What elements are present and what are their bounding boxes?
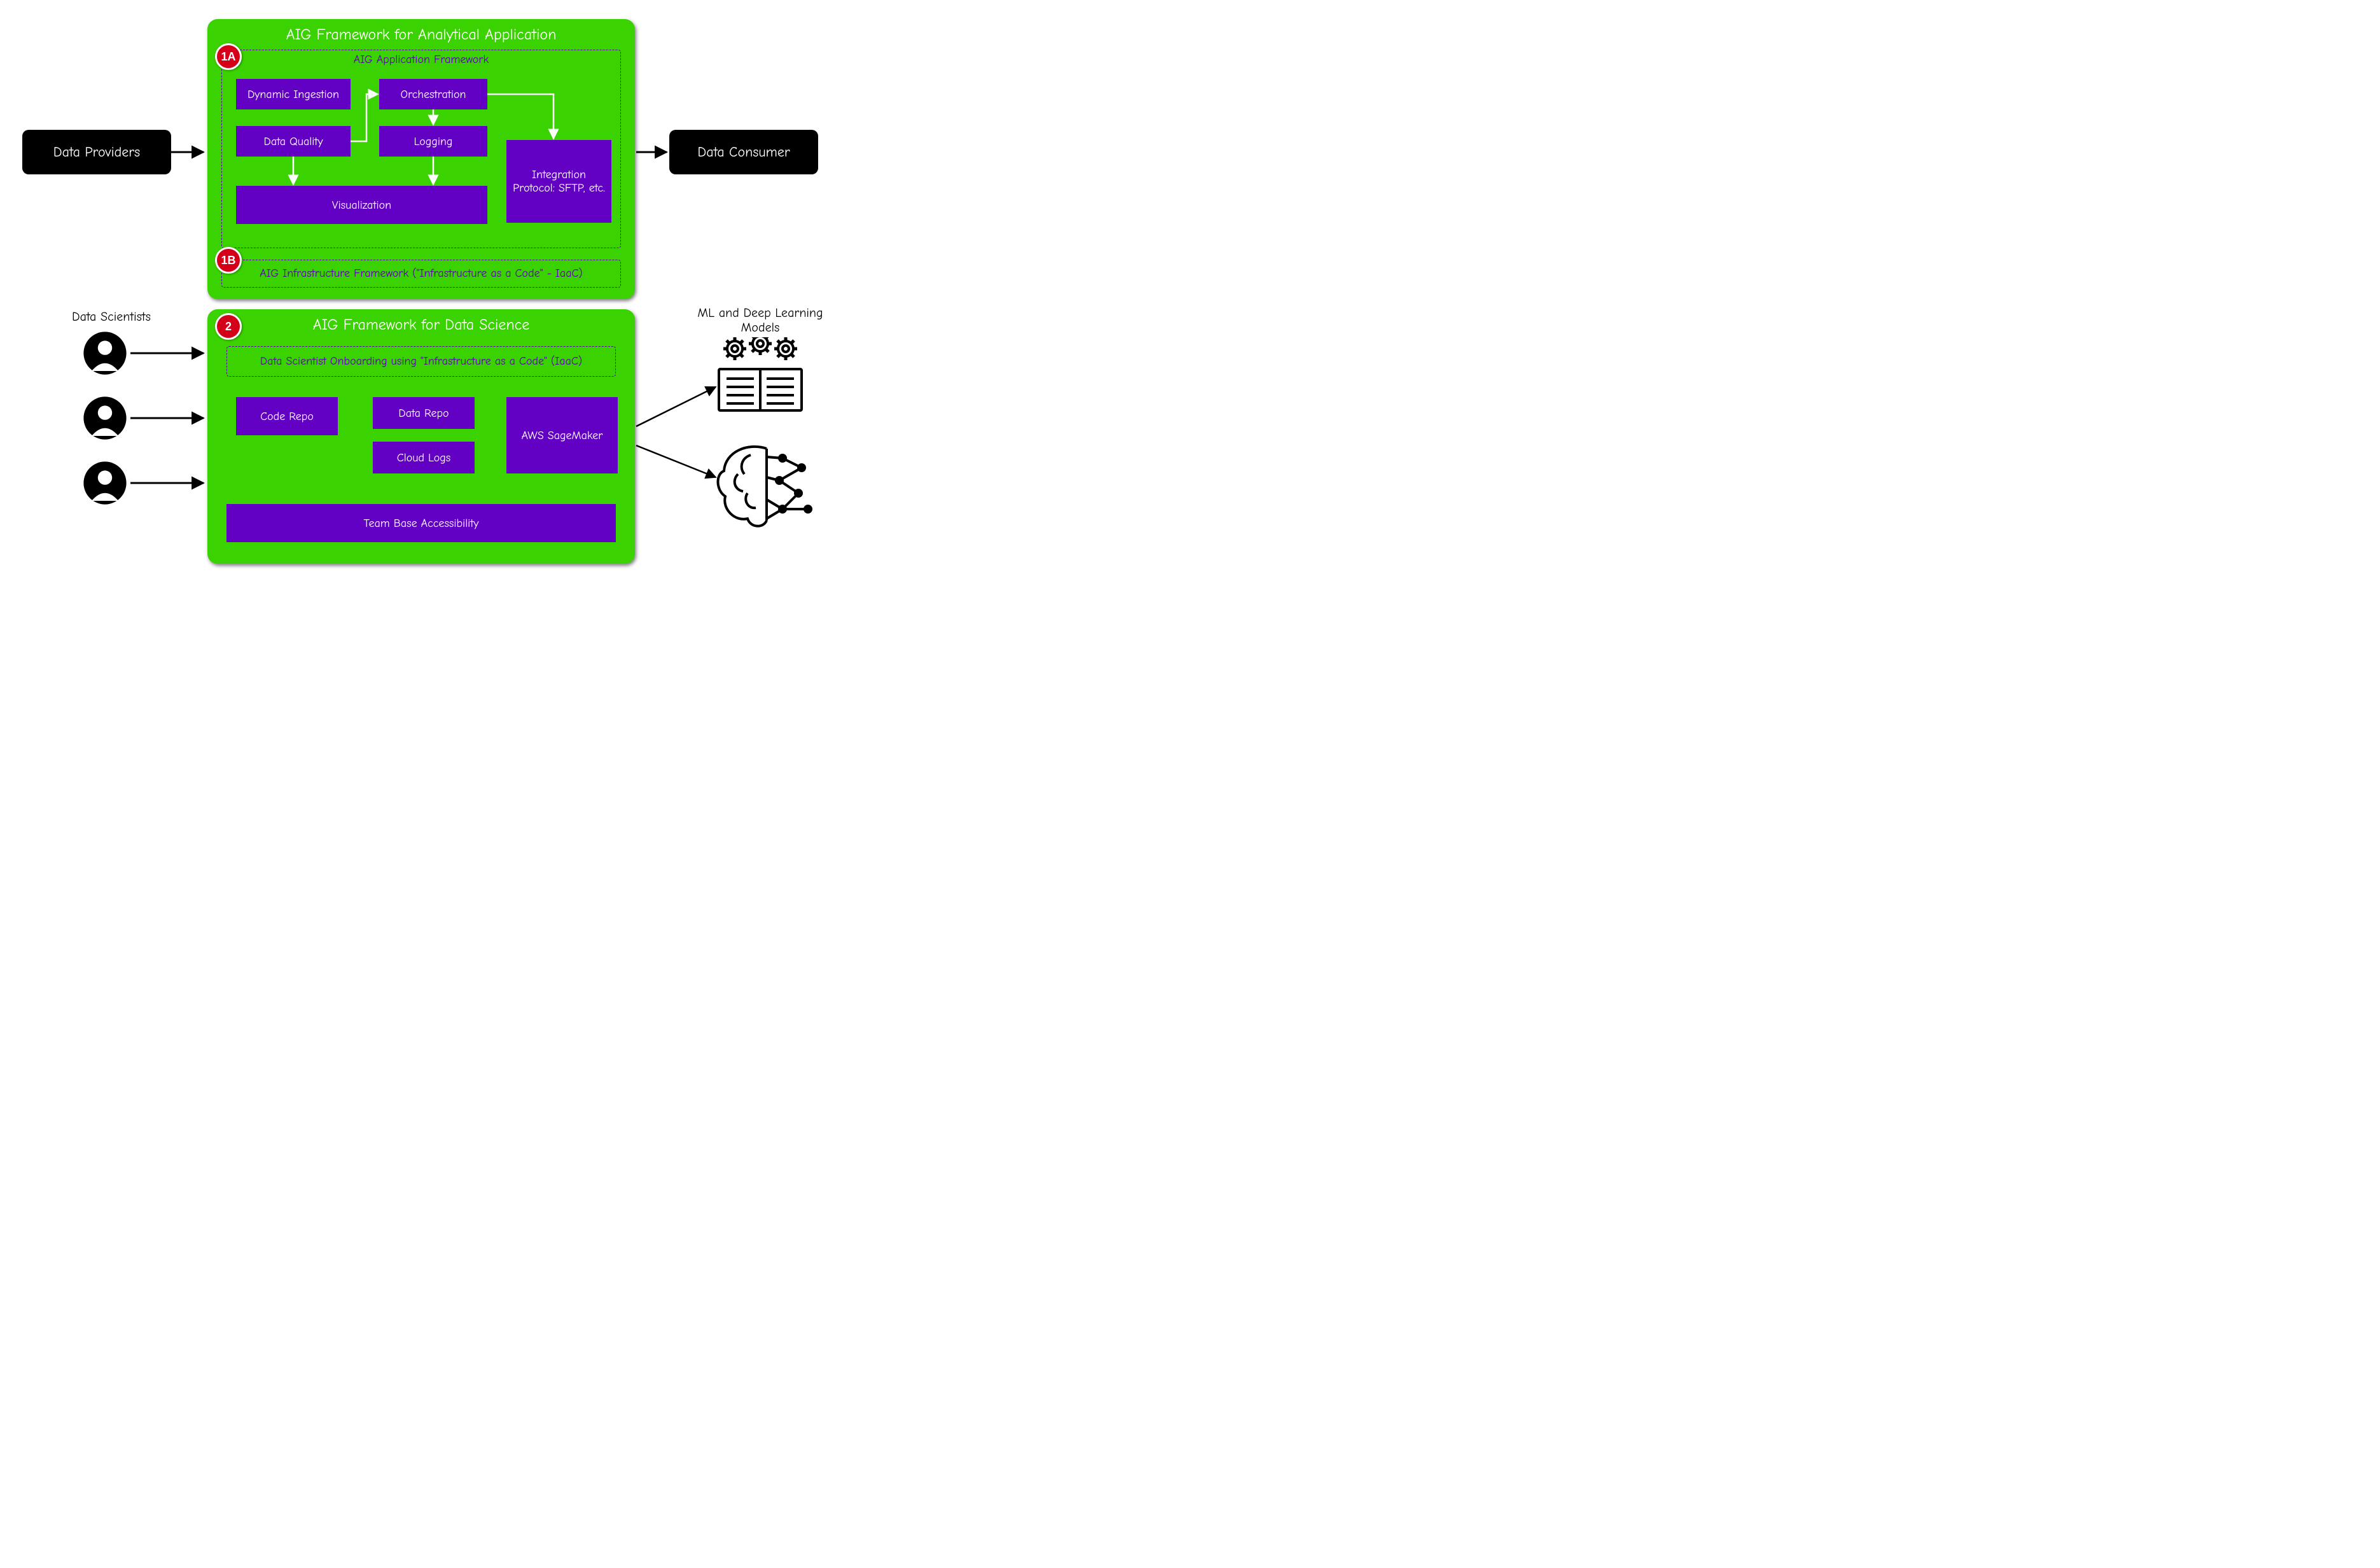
box-orchestration: Orchestration (379, 79, 487, 109)
frame-aig-infrastructure: AIG Infrastructure Framework ("Infrastru… (221, 260, 621, 288)
box-orchestration-label: Orchestration (401, 88, 466, 101)
badge-1a-text: 1A (221, 50, 235, 64)
data-providers-label: Data Providers (53, 144, 140, 160)
panel-analytical-application: AIG Framework for Analytical Application… (207, 19, 635, 299)
badge-1b-text: 1B (221, 254, 235, 267)
badge-2-text: 2 (225, 320, 232, 333)
data-consumer-box: Data Consumer (669, 130, 818, 174)
box-visualization-label: Visualization (332, 199, 391, 212)
arrow-sagemaker-to-brain (636, 445, 716, 477)
box-code-repo: Code Repo (236, 397, 338, 435)
frame-app-title: AIG Application Framework (222, 53, 620, 66)
frame-ds-onboarding: Data Scientist Onboarding using "Infrast… (226, 346, 616, 377)
box-logging-label: Logging (414, 135, 453, 148)
box-cloud-logs-label: Cloud Logs (397, 451, 451, 465)
box-visualization: Visualization (236, 186, 487, 224)
badge-1a: 1A (215, 43, 242, 70)
user-icon (83, 461, 127, 505)
box-data-quality-label: Data Quality (264, 135, 323, 148)
box-integration-protocol-label: Integration Protocol: SFTP, etc. (510, 168, 608, 195)
box-dynamic-ingestion-label: Dynamic Ingestion (247, 88, 339, 101)
box-data-repo-label: Data Repo (398, 407, 449, 420)
data-scientists-label: Data Scientists (54, 309, 169, 324)
ml-gears-book-icon (706, 337, 814, 423)
box-team-base-label: Team Base Accessibility (364, 517, 479, 530)
box-aws-sagemaker: AWS SageMaker (506, 397, 618, 473)
frame-onboarding-title: Data Scientist Onboarding using "Infrast… (227, 354, 615, 368)
panel1-title: AIG Framework for Analytical Application (207, 19, 635, 47)
box-cloud-logs: Cloud Logs (373, 442, 475, 473)
badge-1b: 1B (215, 247, 242, 274)
box-dynamic-ingestion: Dynamic Ingestion (236, 79, 351, 109)
frame-infra-title: AIG Infrastructure Framework ("Infrastru… (222, 267, 620, 280)
box-aws-sagemaker-label: AWS SageMaker (522, 429, 603, 442)
box-integration-protocol: Integration Protocol: SFTP, etc. (506, 140, 611, 223)
user-icon (83, 396, 127, 440)
panel-data-science: AIG Framework for Data Science 2 Data Sc… (207, 309, 635, 564)
box-data-repo: Data Repo (373, 397, 475, 429)
badge-2: 2 (215, 313, 242, 340)
box-logging: Logging (379, 126, 487, 157)
brain-network-icon (713, 439, 821, 537)
panel2-title: AIG Framework for Data Science (207, 309, 635, 337)
ml-models-label: ML and Deep Learning Models (681, 305, 840, 335)
arrow-sagemaker-to-mlbook (636, 387, 716, 426)
data-consumer-label: Data Consumer (697, 144, 790, 160)
box-team-base-accessibility: Team Base Accessibility (226, 504, 616, 542)
data-providers-box: Data Providers (22, 130, 171, 174)
user-icon (83, 331, 127, 375)
box-data-quality: Data Quality (236, 126, 351, 157)
box-code-repo-label: Code Repo (260, 410, 314, 423)
